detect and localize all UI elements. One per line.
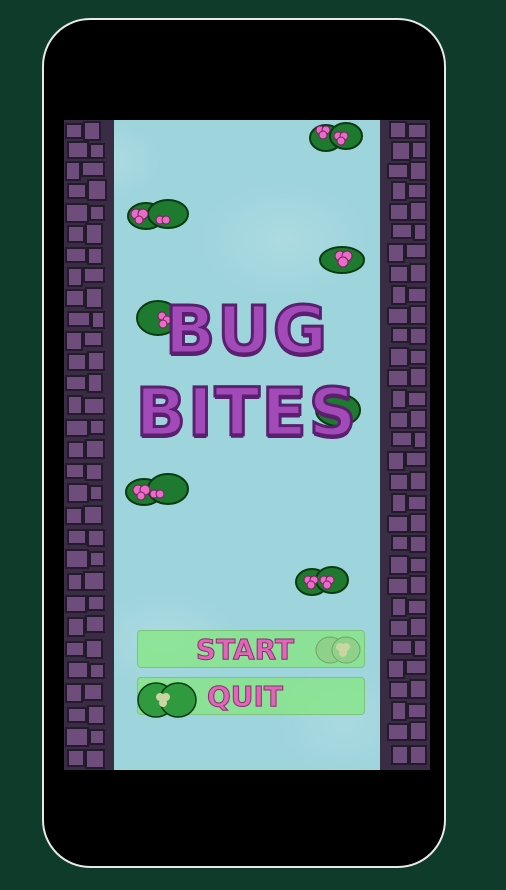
lily-pad-icon (309, 122, 363, 152)
lily-pad-icon (295, 566, 349, 596)
phone-frame: BUG BITES START QUIT (42, 18, 446, 868)
lily-pad-icon (315, 636, 361, 664)
game-screen: BUG BITES START QUIT (64, 120, 430, 770)
lily-pad-icon (137, 682, 197, 718)
lily-pad-icon (319, 246, 365, 274)
start-button-label: START (195, 632, 295, 666)
game-title-line2: BITES (134, 373, 359, 453)
quit-button[interactable]: QUIT (137, 677, 365, 718)
lily-pad-icon (127, 199, 189, 230)
game-title-line1: BUG (163, 291, 330, 371)
start-button[interactable]: START (137, 630, 365, 668)
quit-button-label: QUIT (206, 679, 284, 713)
lily-pad-icon (125, 473, 189, 506)
